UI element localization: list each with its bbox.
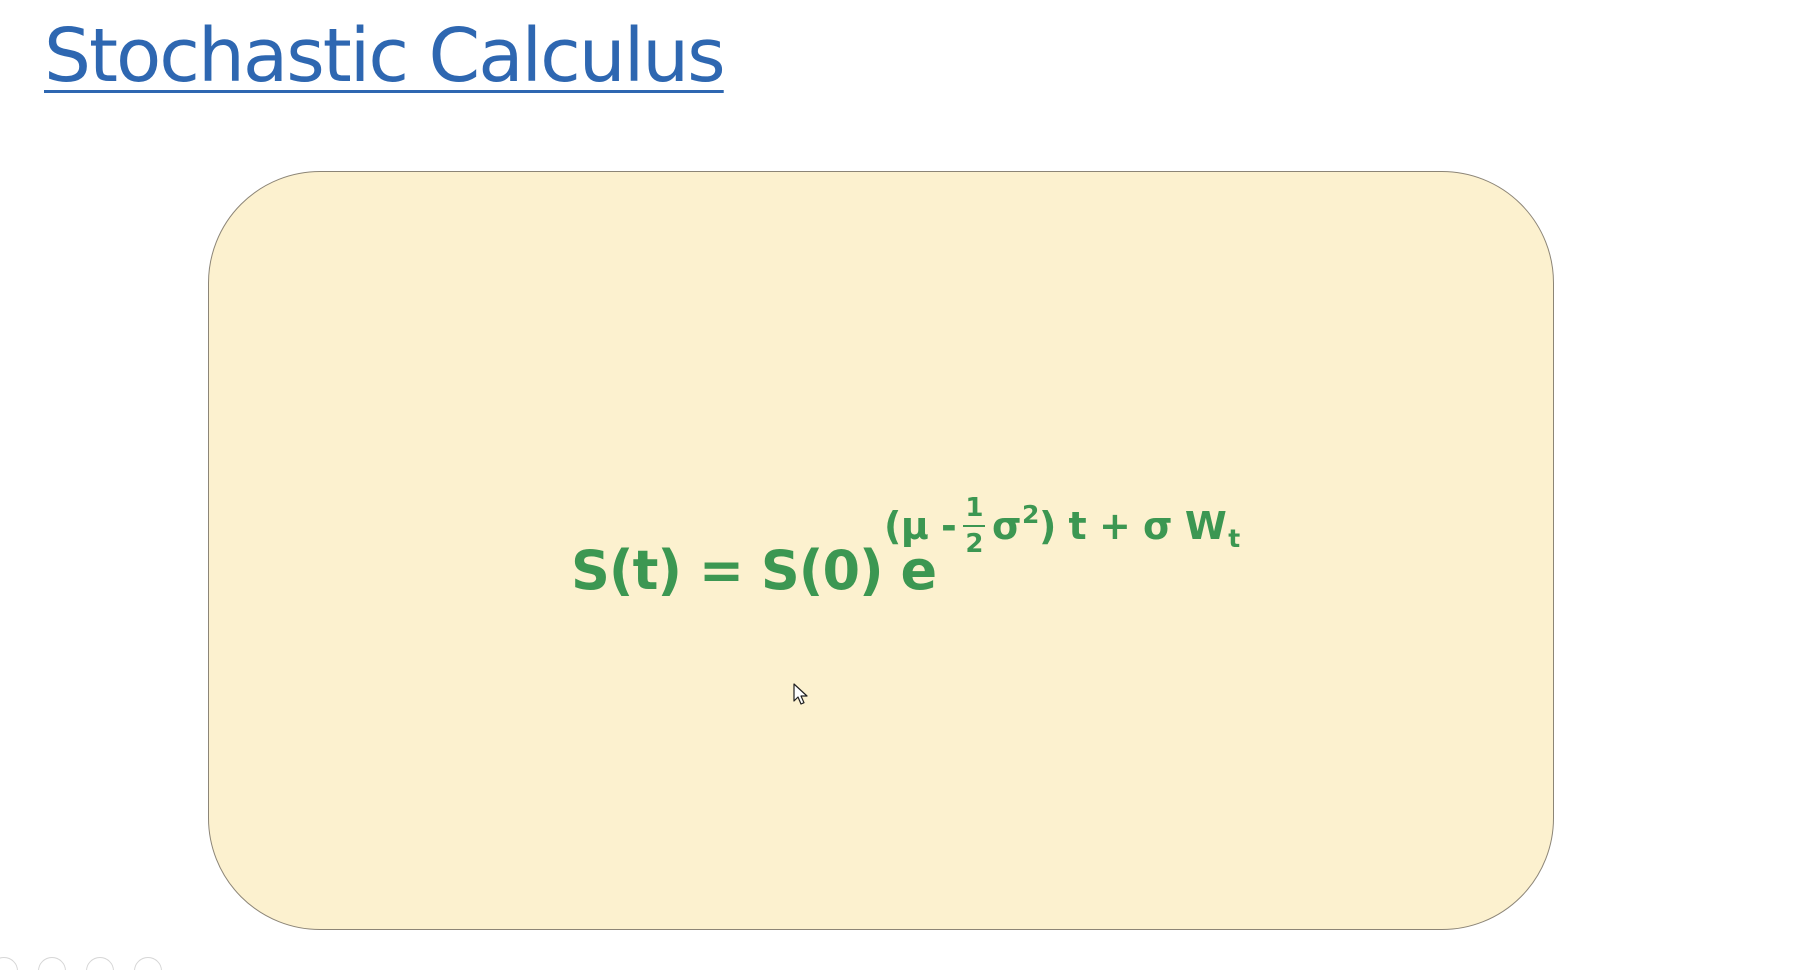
formula-exponent: (μ - 1 2 σ 2 ) t + σ W t [884, 480, 1240, 572]
formula-lhs: S(t) = S(0) e [571, 539, 937, 602]
fraction-numerator: 1 [965, 493, 983, 523]
nav-button[interactable] [38, 957, 66, 970]
exponent-close: ) t + σ W [1038, 504, 1227, 548]
nav-button[interactable] [134, 957, 162, 970]
sigma-symbol: σ [991, 504, 1022, 548]
exponent-open: (μ - [884, 504, 957, 548]
nav-button[interactable] [86, 957, 114, 970]
wiener-subscript: t [1228, 523, 1240, 553]
nav-button[interactable] [0, 957, 18, 970]
fraction-denominator: 2 [963, 525, 985, 557]
slide-navigation [0, 957, 162, 970]
fraction-half: 1 2 [963, 495, 985, 557]
sigma-power: 2 [1022, 499, 1039, 529]
slide-title: Stochastic Calculus [44, 13, 726, 99]
mouse-pointer-icon [793, 683, 811, 707]
